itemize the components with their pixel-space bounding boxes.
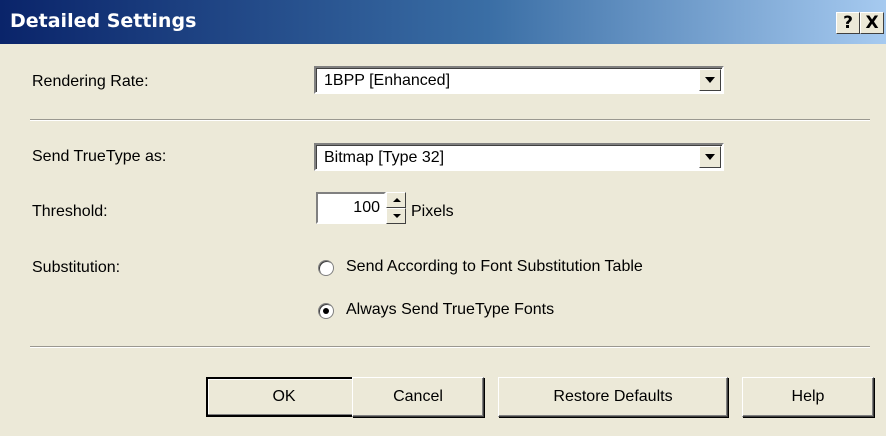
- restore-defaults-button[interactable]: Restore Defaults: [498, 377, 728, 417]
- threshold-stepper[interactable]: [386, 192, 406, 224]
- ok-button[interactable]: OK: [206, 377, 362, 417]
- help-button[interactable]: Help: [742, 377, 874, 417]
- cancel-button[interactable]: Cancel: [352, 377, 484, 417]
- radio-selected-icon: [323, 308, 329, 314]
- rendering-rate-value: 1BPP [Enhanced]: [324, 72, 451, 89]
- window-title: Detailed Settings: [10, 10, 197, 32]
- rendering-rate-combo[interactable]: 1BPP [Enhanced]: [314, 66, 724, 94]
- separator: [30, 119, 870, 121]
- substitution-table-radio[interactable]: [318, 260, 334, 276]
- threshold-label: Threshold:: [32, 203, 108, 220]
- spin-up-icon[interactable]: [386, 192, 406, 208]
- close-icon[interactable]: X: [860, 12, 884, 34]
- always-send-truetype-option[interactable]: Always Send TrueType Fonts: [346, 301, 554, 319]
- chevron-down-icon[interactable]: [699, 69, 721, 91]
- chevron-down-icon[interactable]: [699, 146, 721, 168]
- spin-down-icon[interactable]: [386, 208, 406, 224]
- threshold-input[interactable]: 100: [316, 192, 386, 224]
- always-send-truetype-radio[interactable]: [318, 303, 334, 319]
- separator: [30, 346, 870, 348]
- substitution-table-option[interactable]: Send According to Font Substitution Tabl…: [346, 258, 643, 276]
- send-truetype-value: Bitmap [Type 32]: [324, 149, 445, 166]
- substitution-label: Substitution:: [32, 259, 121, 276]
- title-bar[interactable]: Detailed Settings ? X: [0, 0, 886, 44]
- threshold-value: 100: [353, 199, 380, 216]
- rendering-rate-label: Rendering Rate:: [32, 73, 149, 90]
- threshold-unit: Pixels: [411, 203, 454, 220]
- help-icon[interactable]: ?: [836, 12, 860, 34]
- detailed-settings-dialog: Detailed Settings ? X Rendering Rate: 1B…: [0, 0, 886, 436]
- send-truetype-combo[interactable]: Bitmap [Type 32]: [314, 143, 724, 171]
- send-truetype-label: Send TrueType as:: [32, 148, 167, 165]
